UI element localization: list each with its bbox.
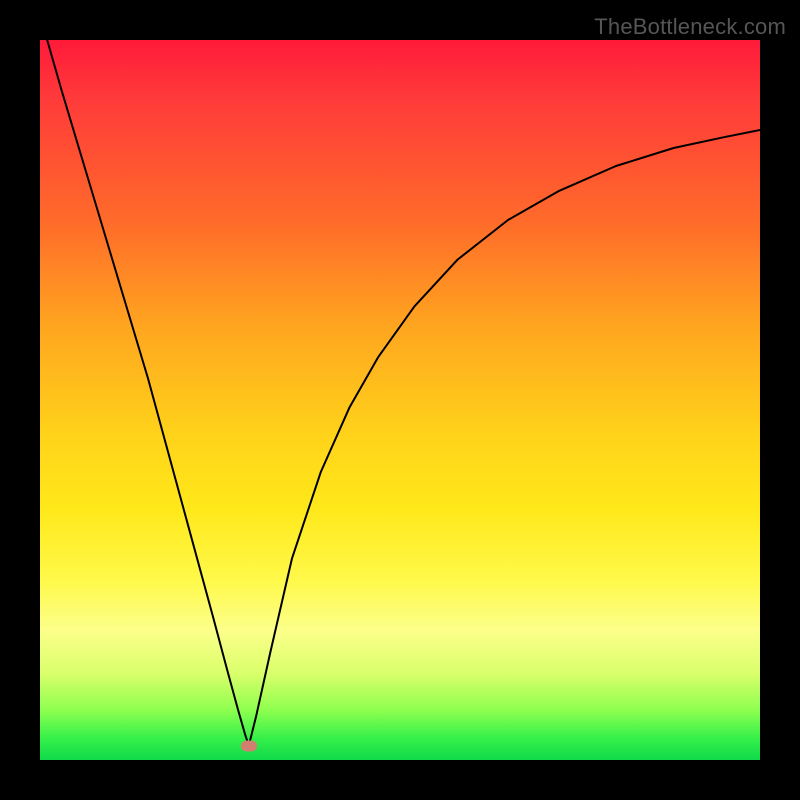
minimum-marker [241,740,257,751]
plot-area [40,40,760,760]
bottleneck-curve-path [47,40,760,746]
watermark-text: TheBottleneck.com [594,14,786,40]
curve-svg [40,40,760,760]
chart-frame: TheBottleneck.com [0,0,800,800]
